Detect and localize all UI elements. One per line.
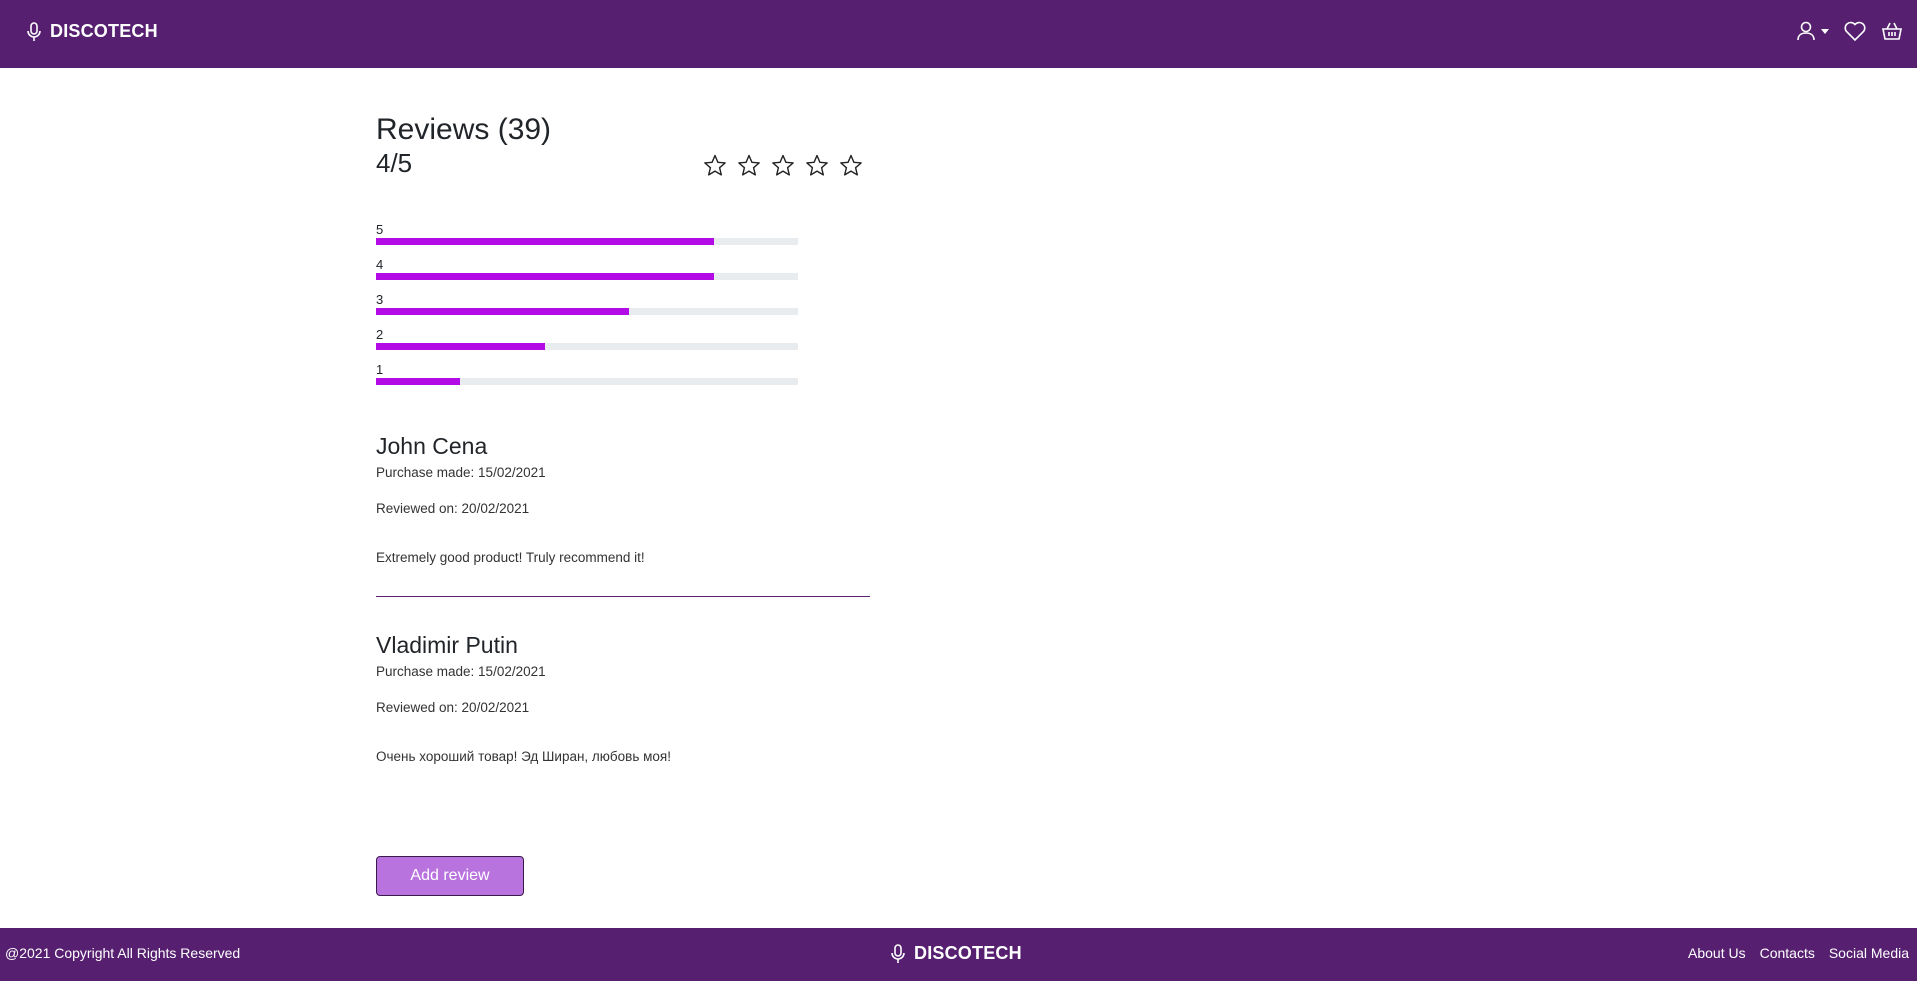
star-icon[interactable] [771,154,795,177]
rating-bar-label: 2 [376,327,384,342]
rating-bar-row: 4 [376,257,798,292]
footer-link-contacts[interactable]: Contacts [1760,945,1815,961]
review-divider [376,596,870,597]
rating-bar-track [376,378,798,385]
chevron-down-icon [1821,28,1829,34]
footer-link-about-us[interactable]: About Us [1688,945,1746,961]
brand-logo-link[interactable]: DISCOTECH [26,21,158,42]
reviews-title: Reviews (39) [376,113,552,146]
reviewer-name: John Cena [376,433,488,459]
purchase-date: Purchase made: 15/02/2021 [376,664,546,679]
star-icon[interactable] [805,154,829,177]
review-date: Reviewed on: 20/02/2021 [376,700,530,715]
brand-name: DISCOTECH [50,21,158,41]
rating-bar-fill [376,308,630,315]
reviews-section: Reviews (39) 4/5 5 4 3 2 1 John Cena Purchase… [376,112,870,765]
rating-bar-row: 5 [376,222,798,257]
review-card: John Cena Purchase made: 15/02/2021 Review… [376,432,870,566]
rating-bar-fill [376,238,714,245]
star-icon[interactable] [839,154,863,177]
star-icon[interactable] [703,154,727,177]
add-review-button[interactable]: Add review [376,856,524,896]
rating-summary: 4/5 [376,148,870,194]
rating-bar-label: 1 [376,362,384,377]
account-menu-button[interactable] [1795,20,1829,42]
microphone-icon [26,21,42,42]
reviewer-name: Vladimir Putin [376,632,518,658]
rating-distribution: 5 4 3 2 1 [376,222,798,397]
rating-bar-label: 5 [376,222,384,237]
rating-bar-row: 3 [376,292,798,327]
rating-bar-row: 1 [376,362,798,397]
cart-button[interactable] [1881,20,1903,42]
star-rating [703,154,863,177]
rating-bar-fill [376,343,545,350]
footer-brand-logo[interactable]: DISCOTECH [890,943,1022,964]
footer-links: About Us Contacts Social Media [1688,945,1909,961]
wishlist-button[interactable] [1843,20,1867,42]
copyright-text: @2021 Copyright All Rights Reserved [5,945,241,961]
review-date: Reviewed on: 20/02/2021 [376,501,530,516]
average-rating: 4/5 [376,148,413,178]
rating-bar-label: 3 [376,292,384,307]
footer: @2021 Copyright All Rights Reserved DISC… [0,928,1917,981]
footer-link-social-media[interactable]: Social Media [1829,945,1909,961]
rating-bar-track [376,308,798,315]
rating-bar-fill [376,378,461,385]
rating-bar-row: 2 [376,327,798,362]
footer-brand-name: DISCOTECH [914,943,1022,963]
top-navbar: DISCOTECH [0,0,1917,68]
star-icon[interactable] [737,154,761,177]
purchase-date: Purchase made: 15/02/2021 [376,465,546,480]
rating-bar-label: 4 [376,257,384,272]
review-card: Vladimir Putin Purchase made: 15/02/2021 R… [376,631,870,765]
rating-bar-track [376,343,798,350]
rating-bar-track [376,273,798,280]
review-list: John Cena Purchase made: 15/02/2021 Review… [376,432,870,765]
rating-bar-track [376,238,798,245]
review-text: Очень хороший товар! Эд Ширан, любовь мо… [376,749,671,764]
basket-icon [1881,20,1903,42]
nav-icons [1795,20,1903,42]
heart-icon [1843,20,1867,42]
review-text: Extremely good product! Truly recommend … [376,550,645,565]
user-icon [1795,20,1817,42]
microphone-icon [890,943,906,964]
rating-bar-fill [376,273,714,280]
